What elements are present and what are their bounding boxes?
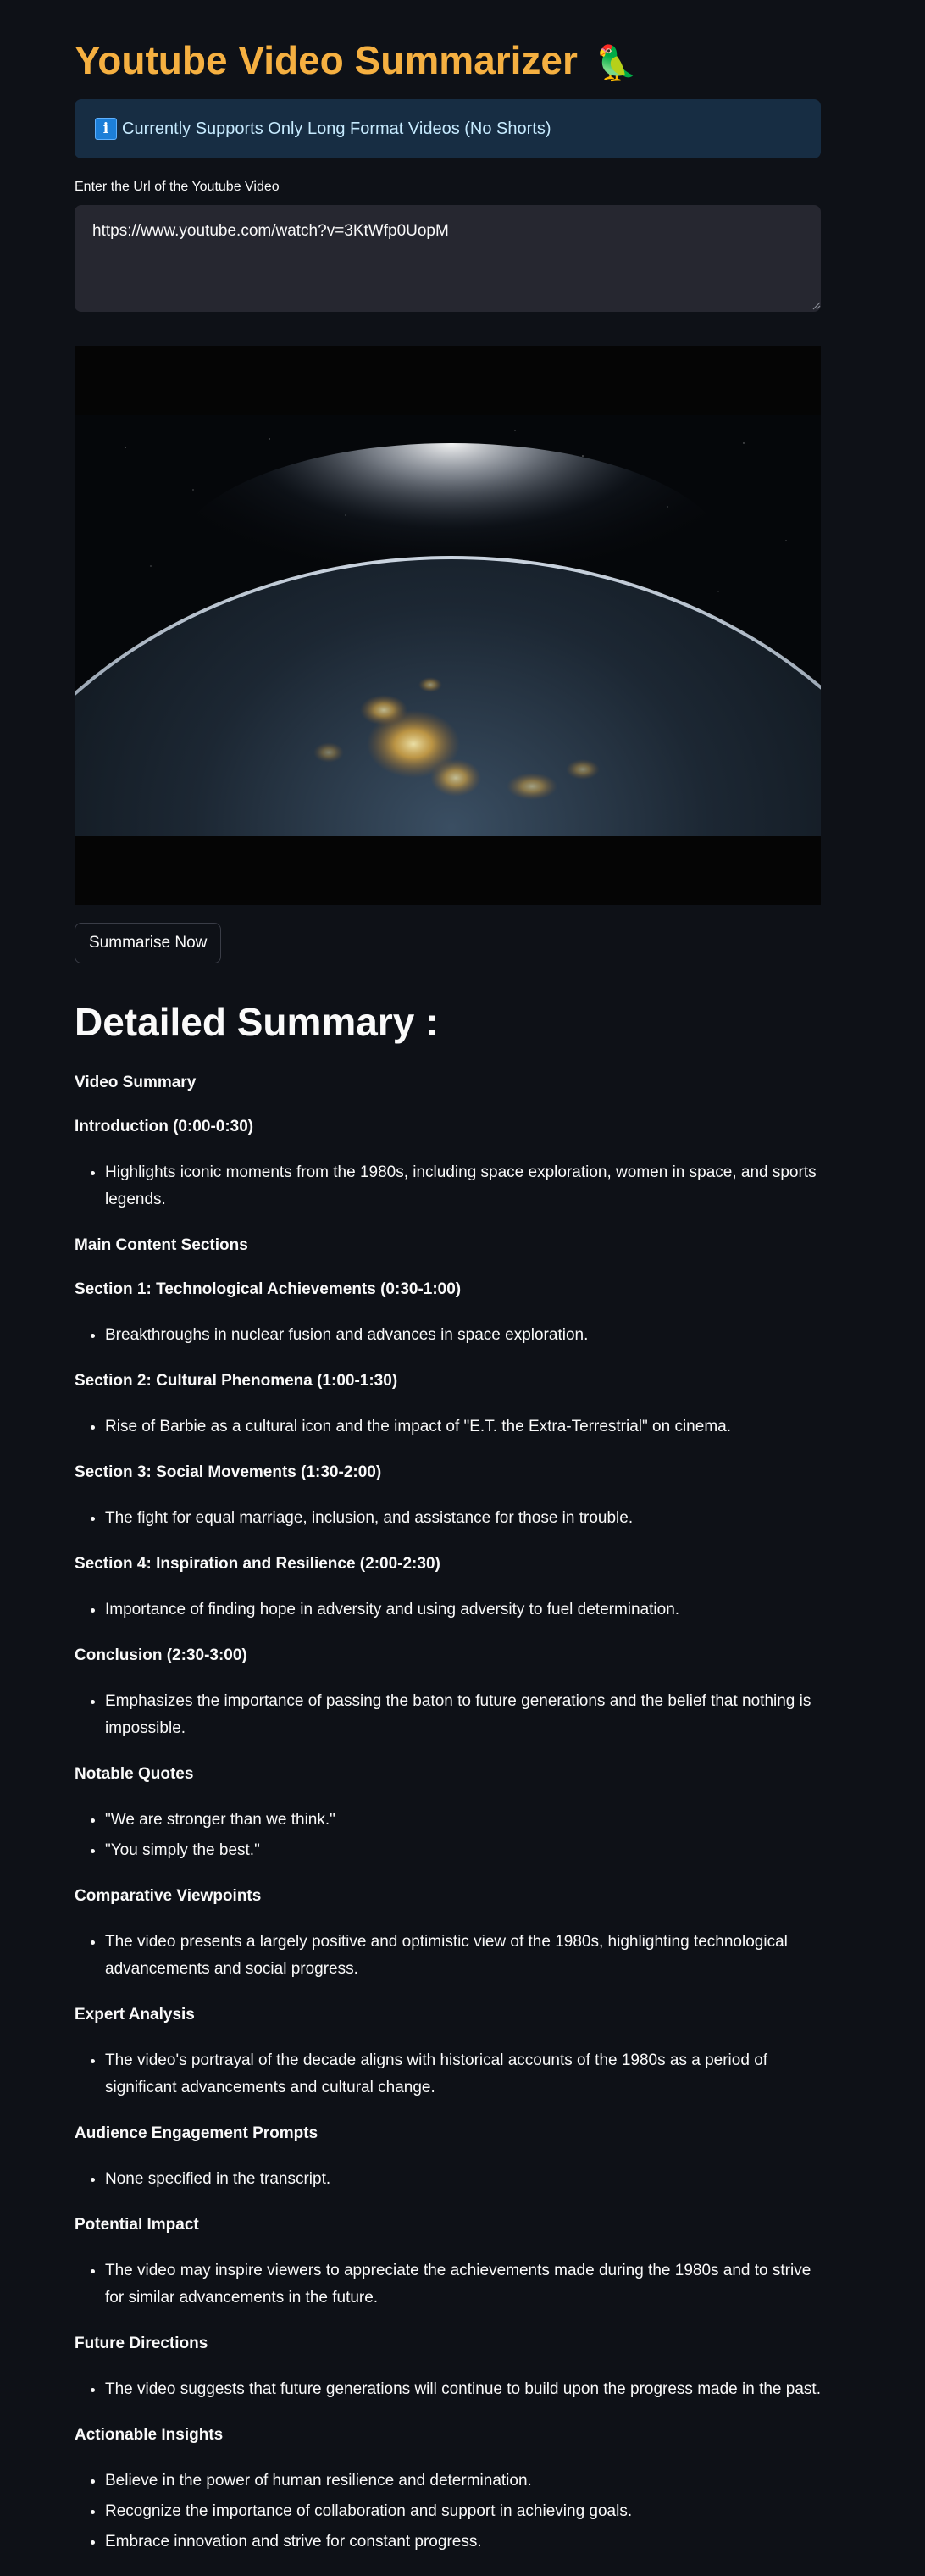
summary-bullet-list: None specified in the transcript.	[75, 2166, 821, 2193]
summary-bullet-item: Recognize the importance of collaboratio…	[105, 2498, 821, 2525]
summary-section-heading: Audience Engagement Prompts	[75, 2124, 318, 2142]
summary-bullet-list: Importance of finding hope in adversity …	[75, 1596, 821, 1624]
summary-bullet-list: Emphasizes the importance of passing the…	[75, 1688, 821, 1742]
summary-bullet-list: Highlights iconic moments from the 1980s…	[75, 1159, 821, 1213]
page-title: Youtube Video Summarizer 🦜	[75, 34, 637, 90]
summary-section-heading: Section 3: Social Movements (1:30-2:00)	[75, 1463, 382, 1481]
video-player[interactable]	[75, 346, 821, 905]
summary-bullet-list: The fight for equal marriage, inclusion,…	[75, 1505, 821, 1532]
summary-bullet-item: "We are stronger than we think."	[105, 1807, 821, 1834]
summarise-button[interactable]: Summarise Now	[75, 923, 222, 963]
video-thumbnail	[75, 346, 821, 905]
summary-bullet-item: Highlights iconic moments from the 1980s…	[105, 1159, 821, 1213]
summary-section-heading: Main Content Sections	[75, 1236, 248, 1254]
summary-bullet-item: The video suggests that future generatio…	[105, 2376, 821, 2403]
resize-handle-icon[interactable]	[812, 302, 821, 310]
info-icon: i	[95, 118, 117, 140]
page-title-text: Youtube Video Summarizer	[75, 38, 578, 82]
info-alert-text: Currently Supports Only Long Format Vide…	[122, 119, 551, 138]
summary-section-heading: Future Directions	[75, 2334, 208, 2352]
summary-section-heading: Introduction (0:00-0:30)	[75, 1118, 254, 1135]
summary-section-heading: Actionable Insights	[75, 2426, 224, 2444]
summary-section-heading: Section 2: Cultural Phenomena (1:00-1:30…	[75, 1372, 398, 1390]
summary-bullet-item: The video may inspire viewers to appreci…	[105, 2257, 821, 2312]
summary-bullet-list: The video may inspire viewers to appreci…	[75, 2257, 821, 2312]
summary-section-heading: Potential Impact	[75, 2216, 199, 2234]
summary-section-heading: Conclusion (2:30-3:00)	[75, 1646, 247, 1664]
summary-bullet-list: The video suggests that future generatio…	[75, 2376, 821, 2403]
url-field-label: Enter the Url of the Youtube Video	[75, 180, 280, 194]
parrot-icon: 🦜	[595, 44, 638, 82]
summary-bullet-item: Rise of Barbie as a cultural icon and th…	[105, 1413, 821, 1441]
summary-bullet-item: The video presents a largely positive an…	[105, 1929, 821, 1983]
summary-heading: Detailed Summary :	[75, 1000, 439, 1044]
summary-bullet-item: Breakthroughs in nuclear fusion and adva…	[105, 1322, 821, 1349]
summary-bullet-item: None specified in the transcript.	[105, 2166, 821, 2193]
summary-bullet-item: Embrace innovation and strive for consta…	[105, 2529, 821, 2556]
summary-section-heading: Video Summary	[75, 1074, 197, 1091]
summary-bullet-list: Rise of Barbie as a cultural icon and th…	[75, 1413, 821, 1441]
summary-bullet-list: Breakthroughs in nuclear fusion and adva…	[75, 1322, 821, 1349]
summary-sections: Video Summary Introduction (0:00-0:30) Hig…	[75, 1071, 821, 2556]
summary-bullet-list: The video presents a largely positive an…	[75, 1929, 821, 1983]
summary-section-heading: Expert Analysis	[75, 2006, 195, 2024]
url-input[interactable]: https://www.youtube.com/watch?v=3KtWfp0U…	[75, 205, 821, 312]
summary-bullet-item: Believe in the power of human resilience…	[105, 2468, 821, 2495]
summary-section-heading: Comparative Viewpoints	[75, 1887, 262, 1905]
summary-bullet-list: "We are stronger than we think." "You sim…	[75, 1807, 821, 1864]
summary-bullet-list: The video's portrayal of the decade alig…	[75, 2047, 821, 2101]
summary-bullet-item: Importance of finding hope in adversity …	[105, 1596, 821, 1624]
summary-bullet-item: Emphasizes the importance of passing the…	[105, 1688, 821, 1742]
summary-section-heading: Section 4: Inspiration and Resilience (2…	[75, 1555, 440, 1573]
detailed-summary: Detailed Summary : Video Summary Introduc…	[75, 991, 821, 2576]
summary-section-heading: Notable Quotes	[75, 1765, 194, 1783]
info-alert: i Currently Supports Only Long Format Vi…	[75, 99, 821, 158]
summary-section-heading: Section 1: Technological Achievements (0…	[75, 1280, 462, 1298]
summary-bullet-list: Believe in the power of human resilience…	[75, 2468, 821, 2556]
summary-bullet-item: "You simply the best."	[105, 1837, 821, 1864]
summary-bullet-item: The fight for equal marriage, inclusion,…	[105, 1505, 821, 1532]
summary-bullet-item: The video's portrayal of the decade alig…	[105, 2047, 821, 2101]
